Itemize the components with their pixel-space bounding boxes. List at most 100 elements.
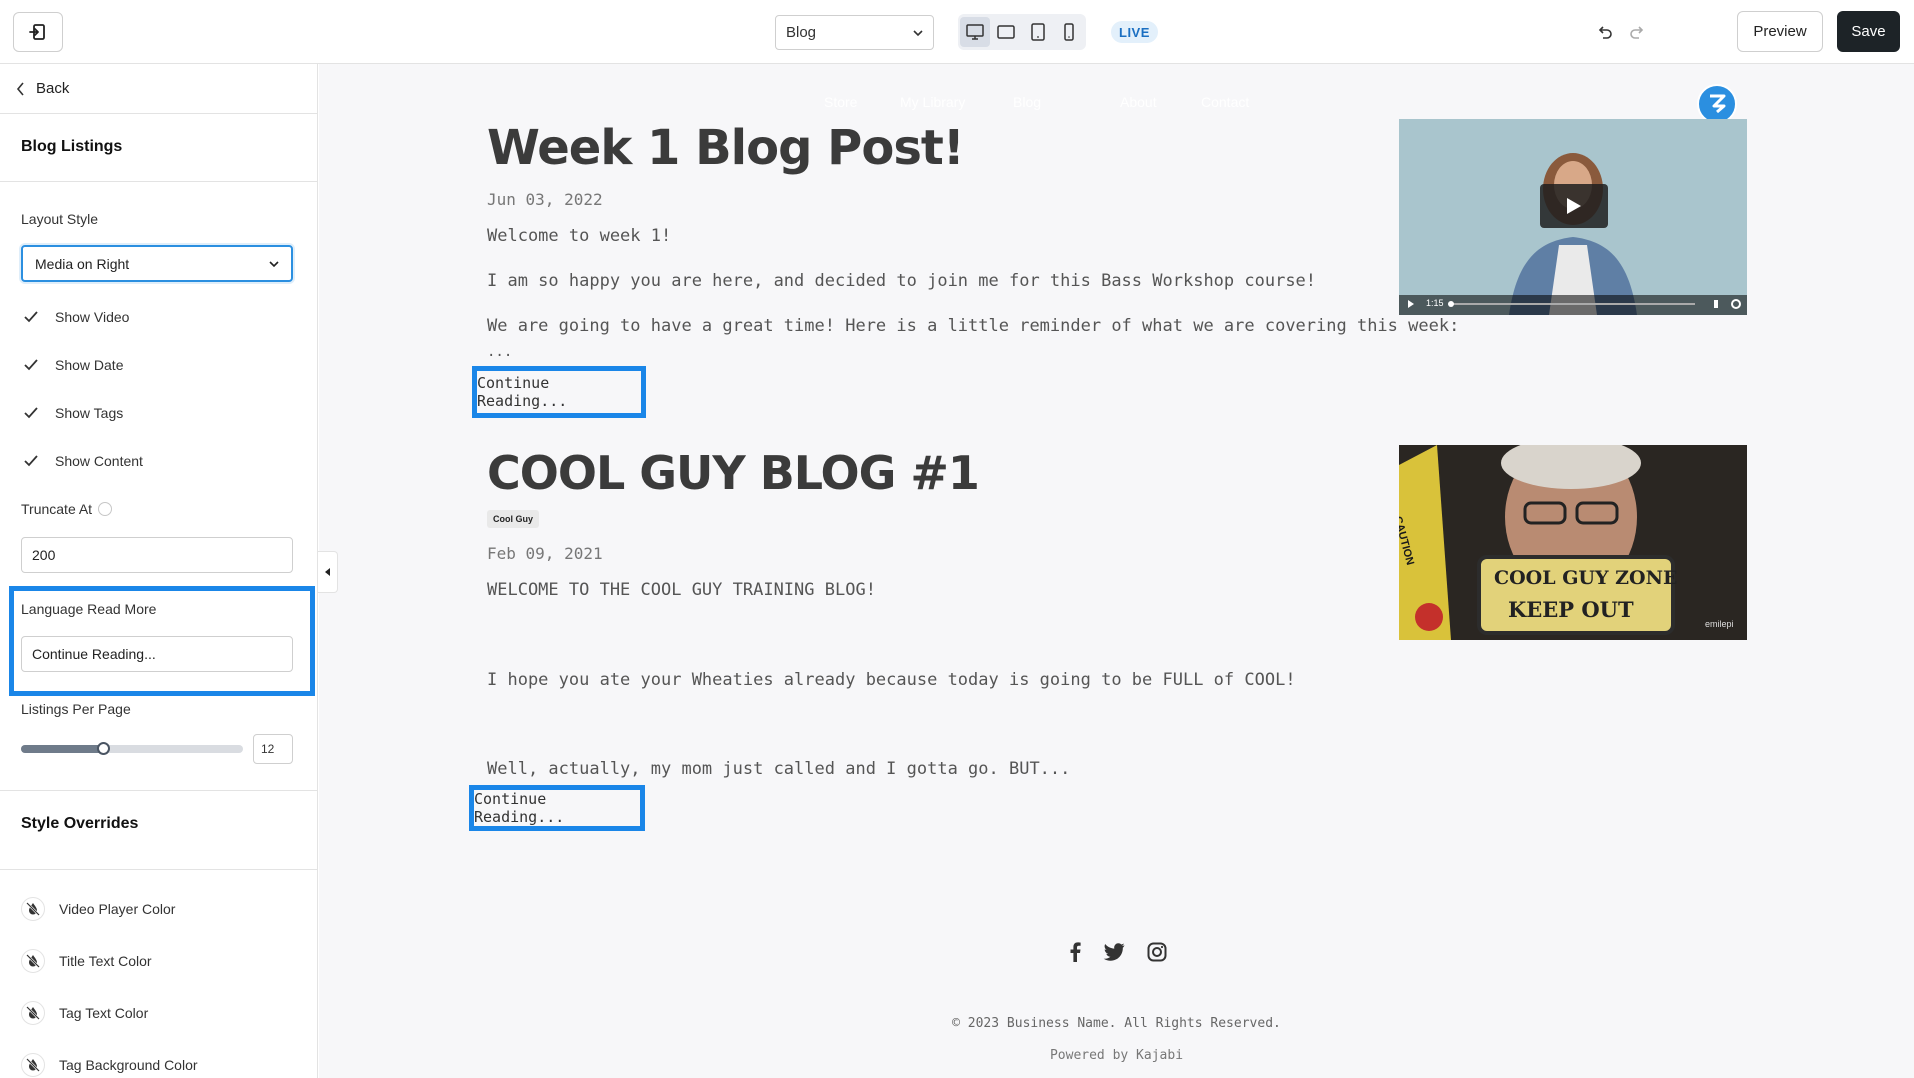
undo-icon: [1598, 26, 1612, 39]
truncate-label-text: Truncate At: [21, 501, 93, 517]
post-paragraph: WELCOME TO THE COOL GUY TRAINING BLOG!: [487, 580, 876, 600]
show-video-checkbox[interactable]: Show Video: [21, 307, 129, 327]
exit-editor-button[interactable]: [13, 12, 63, 52]
kajabi-logo-icon[interactable]: [1697, 84, 1737, 124]
no-color-icon: [21, 1053, 45, 1077]
layout-style-select[interactable]: Media on Right: [21, 245, 293, 282]
chevron-down-icon: [913, 29, 923, 36]
chevron-down-icon: [269, 260, 279, 267]
continue-reading-link[interactable]: Continue Reading...: [469, 785, 645, 831]
back-label: Back: [36, 80, 70, 97]
show-tags-checkbox[interactable]: Show Tags: [21, 403, 123, 423]
post-paragraph: I am so happy you are here, and decided …: [487, 271, 1317, 291]
device-switcher: [958, 14, 1086, 50]
style-overrides-title: Style Overrides: [21, 815, 139, 832]
tablet-icon: [1031, 23, 1045, 41]
checkmark-icon: [21, 451, 41, 471]
listings-per-page-label: Listings Per Page: [21, 701, 131, 717]
chevron-left-icon: [16, 81, 24, 96]
image-watermark: emilepi: [1705, 619, 1734, 629]
divider: [0, 790, 317, 791]
read-more-input[interactable]: [21, 636, 293, 672]
read-more-label: Language Read More: [21, 601, 157, 617]
tablet-view-button[interactable]: [1023, 17, 1053, 47]
video-player-color-label: Video Player Color: [59, 901, 176, 917]
nav-link-blog[interactable]: Blog: [1013, 94, 1041, 110]
checkmark-icon: [21, 355, 41, 375]
undo-button[interactable]: [1590, 20, 1620, 46]
post-tag[interactable]: Cool Guy: [487, 510, 539, 528]
post-date: Feb 09, 2021: [487, 544, 603, 563]
title-text-color-control[interactable]: Title Text Color: [21, 949, 152, 973]
listings-per-page-value[interactable]: 12: [253, 734, 293, 764]
back-button[interactable]: Back: [0, 64, 317, 114]
tag-text-color-control[interactable]: Tag Text Color: [21, 1001, 148, 1025]
mobile-icon: [1064, 23, 1074, 41]
play-button[interactable]: [1540, 184, 1608, 228]
video-player[interactable]: 1:15: [1399, 119, 1747, 315]
footer-copyright: © 2023 Business Name. All Rights Reserve…: [952, 1016, 1281, 1031]
play-icon: [1567, 198, 1581, 214]
video-time: 1:15: [1426, 298, 1444, 308]
divider: [0, 181, 317, 182]
truncate-input[interactable]: [21, 537, 293, 573]
listings-slider[interactable]: [21, 742, 243, 755]
redo-button[interactable]: [1622, 20, 1652, 46]
top-toolbar: Blog LIVE Preview Save: [0, 0, 1914, 64]
laptop-view-button[interactable]: [992, 17, 1022, 47]
nav-link-store[interactable]: Store: [824, 94, 857, 110]
instagram-icon[interactable]: [1147, 942, 1167, 962]
settings-sidebar: Back Blog Listings Layout Style Media on…: [0, 64, 318, 1078]
page-select-value: Blog: [786, 24, 817, 41]
nav-link-about[interactable]: About: [1120, 94, 1157, 110]
section-title: Blog Listings: [21, 138, 123, 155]
post-paragraph: Well, actually, my mom just called and I…: [487, 759, 1071, 779]
image-sign-line2: KEEP OUT: [1508, 597, 1634, 622]
title-text-color-label: Title Text Color: [59, 953, 152, 969]
image-sign-line1: COOL GUY ZONE: [1494, 567, 1678, 589]
post-image[interactable]: COOL GUY ZONE KEEP OUT CAUTION emilepi: [1399, 445, 1747, 640]
divider: [0, 869, 317, 870]
layout-style-value: Media on Right: [35, 255, 130, 272]
tag-text-color-label: Tag Text Color: [59, 1005, 149, 1021]
redo-icon: [1630, 26, 1644, 39]
post-date: Jun 03, 2022: [487, 190, 603, 209]
checkmark-icon: [21, 307, 41, 327]
post-paragraph: Welcome to week 1!: [487, 226, 672, 246]
slider-fill: [21, 745, 104, 753]
collapse-sidebar-button[interactable]: [318, 551, 338, 593]
post-ellipsis: ...: [487, 344, 513, 360]
nav-link-contact[interactable]: Contact: [1201, 94, 1249, 110]
live-status-badge: LIVE: [1111, 21, 1158, 43]
post-title[interactable]: Week 1 Blog Post!: [487, 120, 965, 176]
desktop-icon: [966, 24, 984, 40]
show-date-label: Show Date: [55, 357, 124, 373]
exit-icon: [29, 24, 45, 40]
slider-thumb[interactable]: [97, 742, 111, 755]
nav-link-my-library[interactable]: My Library: [900, 94, 965, 110]
page-select[interactable]: Blog: [775, 15, 934, 50]
post-paragraph: We are going to have a great time! Here …: [487, 316, 1460, 336]
preview-button[interactable]: Preview: [1737, 11, 1823, 52]
show-content-checkbox[interactable]: Show Content: [21, 451, 143, 471]
layout-style-label: Layout Style: [21, 211, 99, 227]
tag-background-color-control[interactable]: Tag Background Color: [21, 1053, 198, 1077]
show-content-label: Show Content: [55, 453, 143, 469]
footer-powered-by[interactable]: Powered by Kajabi: [319, 1048, 1914, 1063]
social-links: [1069, 942, 1167, 962]
twitter-icon[interactable]: [1103, 943, 1125, 961]
checkmark-icon: [21, 403, 41, 423]
no-color-icon: [21, 949, 45, 973]
mobile-view-button[interactable]: [1055, 17, 1085, 47]
desktop-view-button[interactable]: [960, 17, 990, 47]
facebook-icon[interactable]: [1069, 942, 1081, 962]
continue-reading-link[interactable]: Continue Reading...: [472, 366, 646, 418]
video-player-color-control[interactable]: Video Player Color: [21, 897, 175, 921]
save-button[interactable]: Save: [1837, 11, 1900, 52]
info-icon[interactable]: [98, 502, 113, 516]
show-date-checkbox[interactable]: Show Date: [21, 355, 123, 375]
show-video-label: Show Video: [55, 309, 130, 325]
post-title[interactable]: COOL GUY BLOG #1: [487, 446, 980, 500]
page-preview-canvas: Store My Library Blog About Contact Week…: [319, 64, 1914, 1078]
no-color-icon: [21, 897, 45, 921]
